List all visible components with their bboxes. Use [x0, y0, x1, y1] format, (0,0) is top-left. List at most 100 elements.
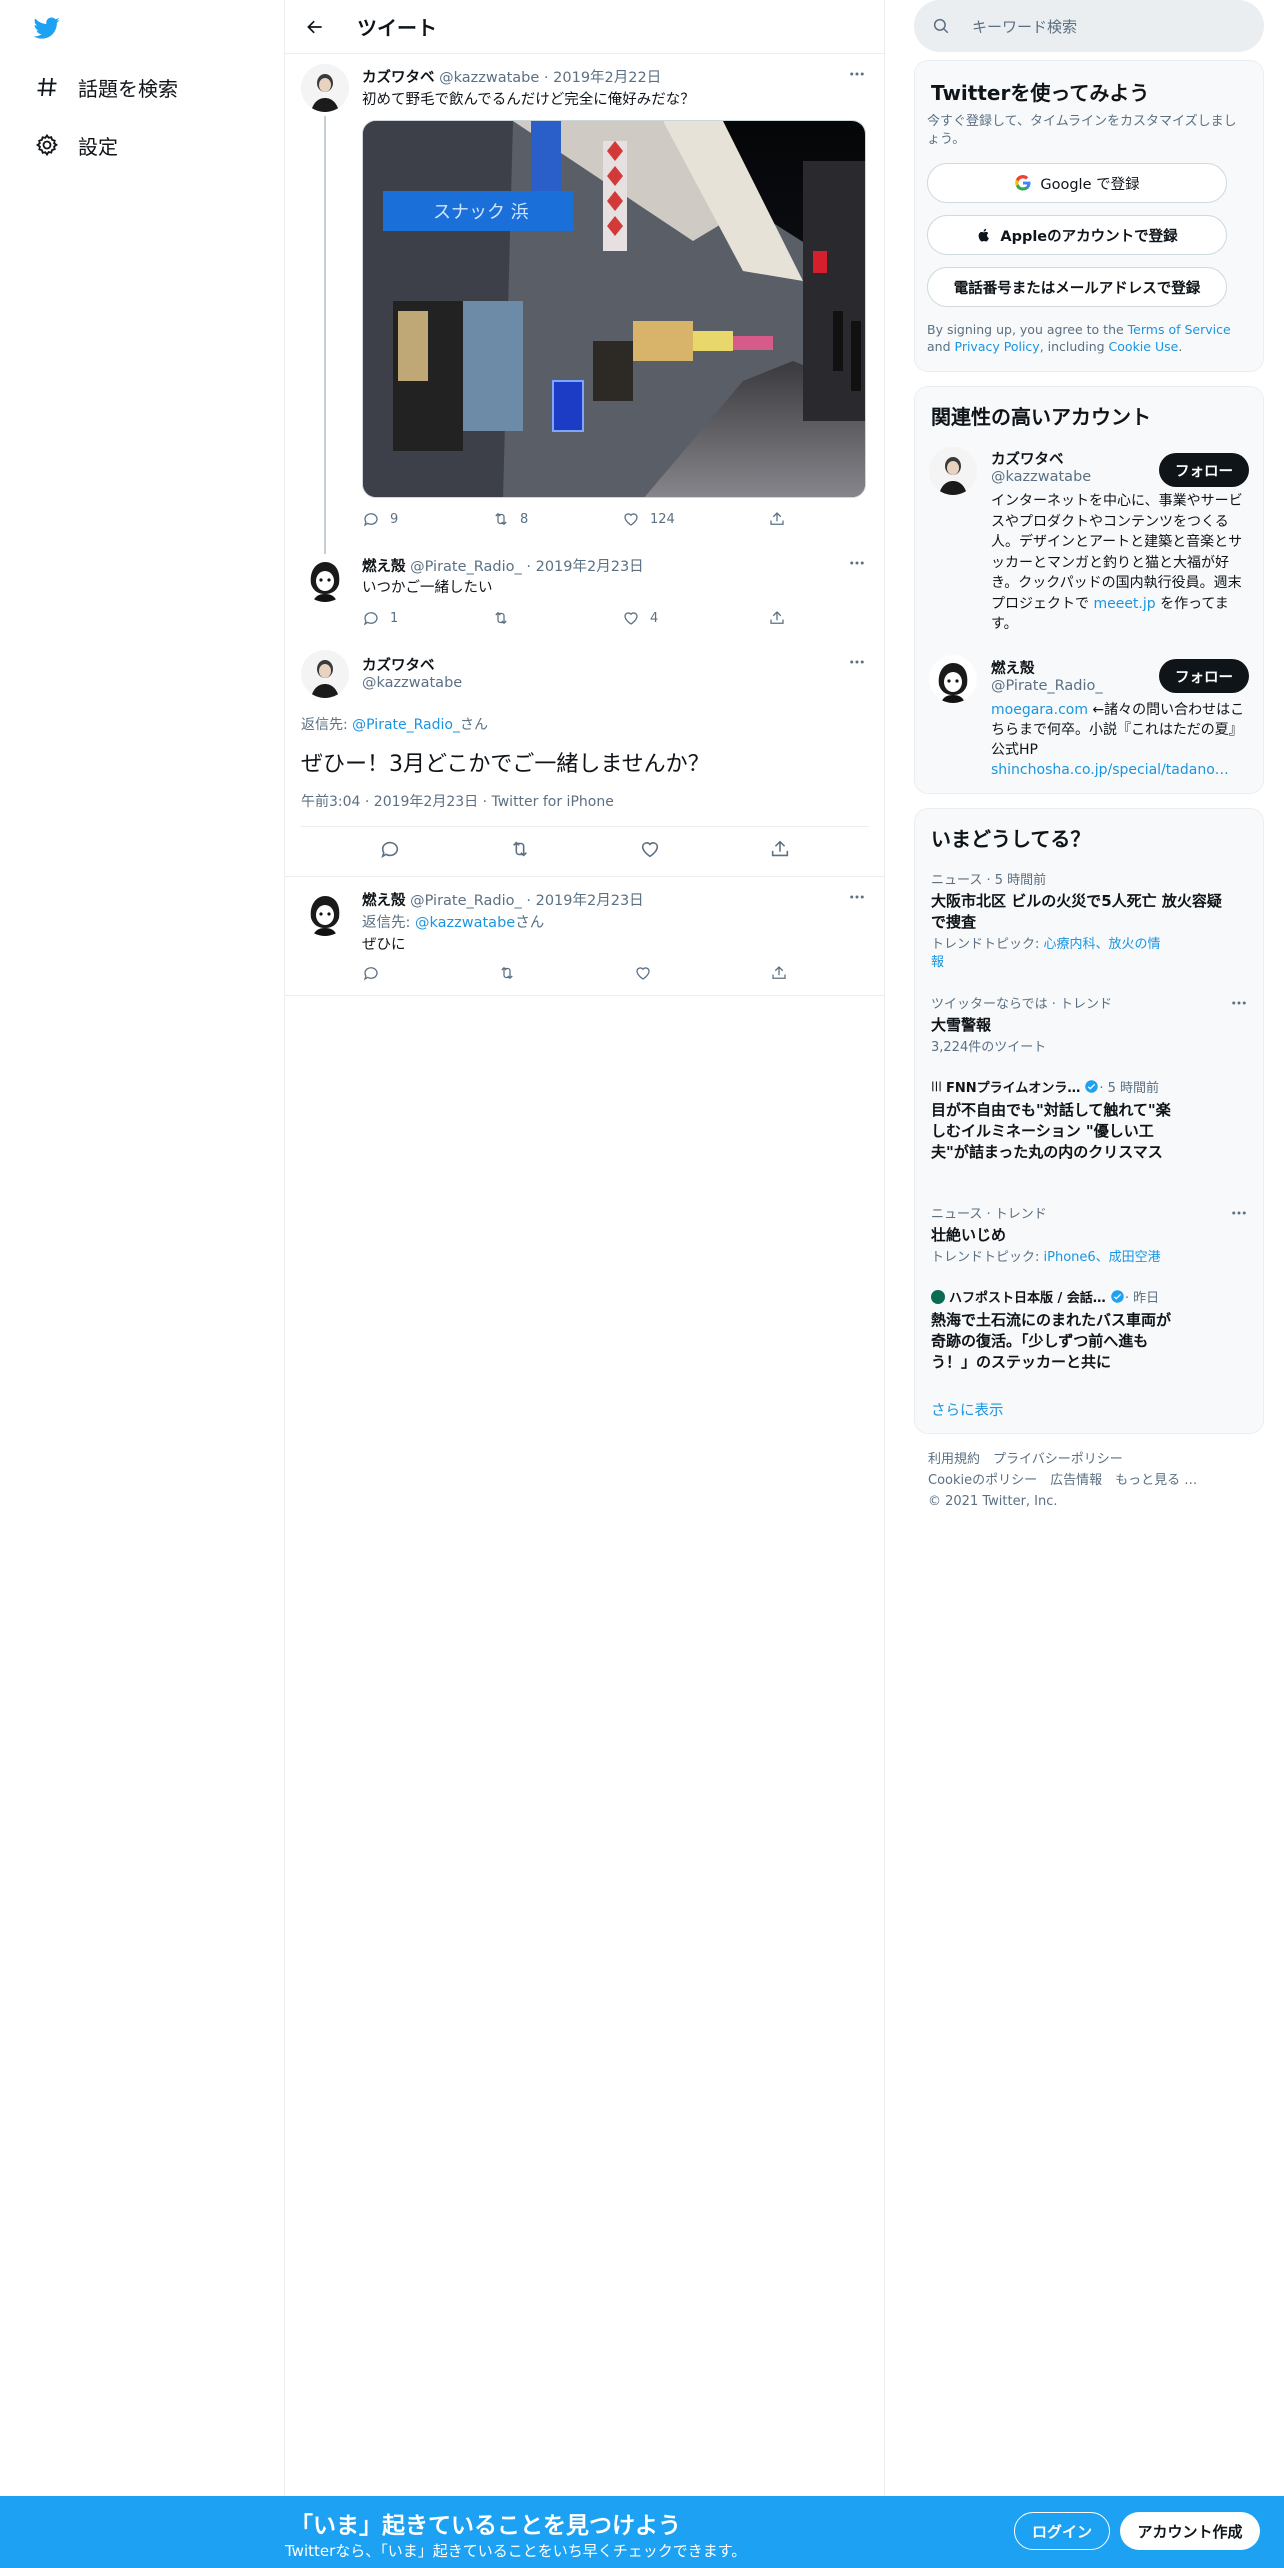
bio-link-2[interactable]: shinchosha.co.jp/special/tadano… [991, 762, 1229, 778]
apple-signup-button[interactable]: Appleのアカウントで登録 [927, 215, 1227, 255]
verified-badge-icon [1111, 1290, 1124, 1303]
back-arrow-icon[interactable] [301, 13, 329, 41]
like-button[interactable]: 4 [622, 609, 768, 627]
terms-link[interactable]: Terms of Service [1128, 322, 1231, 337]
main-column: ツイート カズワタベ @kazzwatabe · 2019年2月22日 初めて野… [285, 0, 885, 2496]
trend-item[interactable]: ニュース · トレンド 壮絶いじめ トレンドトピック: iPhone6、成田空港 [931, 1203, 1231, 1267]
handle[interactable]: @Pirate_Radio_ [410, 559, 522, 575]
tweet-actions [362, 962, 788, 984]
search-icon [932, 17, 950, 35]
timestamp[interactable]: 2019年2月23日 [536, 559, 644, 575]
twitter-logo-icon[interactable] [32, 15, 62, 41]
tweet-actions: 1 4 [362, 607, 786, 629]
trends-card: いまどうしてる？ ニュース · 5 時間前 大阪市北区 ビルの火災で5人死亡 放… [914, 808, 1264, 1434]
timestamp[interactable]: 2019年2月22日 [553, 70, 661, 86]
like-button[interactable]: 124 [622, 510, 768, 528]
tweet-actions [285, 838, 885, 860]
timestamp[interactable]: 2019年2月23日 [536, 893, 644, 909]
trend-item[interactable]: ツイッターならでは · トレンド 大雪警報 3,224件のツイート [931, 993, 1231, 1057]
reply-button[interactable]: 9 [362, 510, 492, 528]
retweet-button[interactable] [492, 609, 622, 627]
trend-subtitle: トレンドトピック: iPhone6、成田空港 [931, 1250, 1161, 1265]
bio-link[interactable]: moegara.com [991, 702, 1088, 718]
more-options-icon[interactable] [845, 64, 869, 84]
search-input[interactable]: キーワード検索 [914, 0, 1264, 52]
follow-button[interactable]: フォロー [1159, 659, 1249, 693]
avatar[interactable] [929, 655, 977, 703]
page-header: ツイート [285, 0, 885, 54]
handle[interactable]: @Pirate_Radio_ [410, 893, 522, 909]
display-name[interactable]: カズワタベ [362, 70, 435, 86]
handle[interactable]: @kazzwatabe [362, 675, 462, 691]
reply-button[interactable] [362, 964, 498, 982]
left-navigation: 話題を検索 設定 [0, 0, 285, 2496]
share-button[interactable] [769, 838, 791, 860]
handle[interactable]: @kazzwatabe [439, 70, 539, 86]
show-more-link[interactable]: さらに表示 [931, 1399, 1004, 1420]
share-button[interactable] [770, 964, 788, 982]
tweet-meta[interactable]: 午前3:04 · 2019年2月23日 · Twitter for iPhone [301, 791, 614, 811]
reply-button[interactable]: 1 [362, 609, 492, 627]
tweet-photo[interactable]: スナック 浜 [362, 120, 866, 498]
trend-item[interactable]: ||| FNNプライムオンラ… · 5 時間前 目が不自由でも"対話して触れて"… [931, 1077, 1231, 1163]
signup-legal-text: By signing up, you agree to the Terms of… [927, 322, 1231, 354]
share-icon [771, 840, 789, 857]
reply-mention-link[interactable]: @Pirate_Radio_ [352, 717, 460, 733]
reply-mention-link[interactable]: @kazzwatabe [415, 915, 515, 931]
reply-button[interactable] [379, 838, 401, 860]
display-name[interactable]: カズワタベ [362, 654, 435, 675]
relevant-accounts-card: 関連性の高いアカウント カズワタベ @kazzwatabe フォロー インターネ… [914, 386, 1264, 794]
retweet-button[interactable]: 8 [492, 510, 622, 528]
nav-settings[interactable]: 設定 [34, 125, 118, 165]
nav-explore[interactable]: 話題を検索 [34, 67, 178, 107]
google-signup-button[interactable]: Google で登録 [927, 163, 1227, 203]
footer-line-1[interactable]: 利用規約 プライバシーポリシー [928, 1449, 1197, 1470]
avatar[interactable] [301, 650, 349, 698]
copyright: © 2021 Twitter, Inc. [928, 1494, 1058, 1509]
more-options-icon[interactable] [1227, 1203, 1251, 1223]
retweet-icon [495, 611, 507, 625]
share-button[interactable] [768, 510, 786, 528]
more-options-icon[interactable] [845, 887, 869, 907]
account-handle: @kazzwatabe [991, 469, 1092, 485]
cookie-link[interactable]: Cookie Use [1109, 339, 1179, 354]
retweet-icon [513, 841, 527, 857]
bio-link[interactable]: meeet.jp [1093, 596, 1155, 612]
signup-card: Twitterを使ってみよう 今すぐ登録して、タイムラインをカスタマイズしましょ… [914, 60, 1264, 372]
retweet-button[interactable] [498, 964, 634, 982]
phone-email-signup-button[interactable]: 電話番号またはメールアドレスで登録 [927, 267, 1227, 307]
follow-button[interactable]: フォロー [1159, 453, 1249, 487]
login-button[interactable]: ログイン [1014, 2512, 1110, 2550]
like-button[interactable] [634, 964, 770, 982]
account-bio: moegara.com ←諸々の問い合わせはこちらまで何卒。小説『これはただの夏… [991, 702, 1245, 778]
trend-topic-link[interactable]: iPhone6、成田空港 [1044, 1250, 1161, 1265]
more-options-icon[interactable] [845, 652, 869, 672]
display-name[interactable]: 燃え殻 [362, 559, 406, 575]
footer-line-2[interactable]: Cookieのポリシー 広告情報 もっと見る … [928, 1470, 1197, 1491]
divider [301, 826, 869, 827]
trend-item[interactable]: ハフポスト日本版 / 会話… · 昨日 熱海で土石流にのまれたバス車両が奇跡の復… [931, 1287, 1231, 1373]
heart-icon [641, 842, 659, 858]
fnn-logo-icon: ||| [931, 1081, 942, 1092]
create-account-button[interactable]: アカウント作成 [1120, 2512, 1260, 2550]
trend-title: 壮絶いじめ [931, 1226, 1007, 1244]
more-options-icon[interactable] [845, 553, 869, 573]
avatar[interactable] [301, 888, 349, 936]
trend-item[interactable]: ニュース · 5 時間前 大阪市北区 ビルの火災で5人死亡 放火容疑で捜査 トレ… [931, 869, 1231, 972]
retweet-icon [495, 512, 507, 526]
account-bio: インターネットを中心に、事業やサービスやプロダクトやコンテンツをつくる人。デザイ… [991, 493, 1243, 632]
trend-meta: ハフポスト日本版 / 会話… · 昨日 [931, 1287, 1231, 1306]
share-button[interactable] [768, 609, 786, 627]
more-options-icon[interactable] [1227, 993, 1251, 1013]
share-icon [770, 611, 784, 624]
tweet-header: 燃え殻 @Pirate_Radio_ · 2019年2月23日 [362, 893, 644, 909]
avatar[interactable] [301, 64, 349, 112]
display-name[interactable]: 燃え殻 [362, 893, 406, 909]
gear-icon [34, 132, 60, 158]
like-button[interactable] [639, 838, 661, 860]
avatar[interactable] [301, 554, 349, 602]
retweet-button[interactable] [509, 838, 531, 860]
privacy-link[interactable]: Privacy Policy [955, 339, 1040, 354]
avatar[interactable] [929, 447, 977, 495]
thread-line [324, 116, 326, 596]
